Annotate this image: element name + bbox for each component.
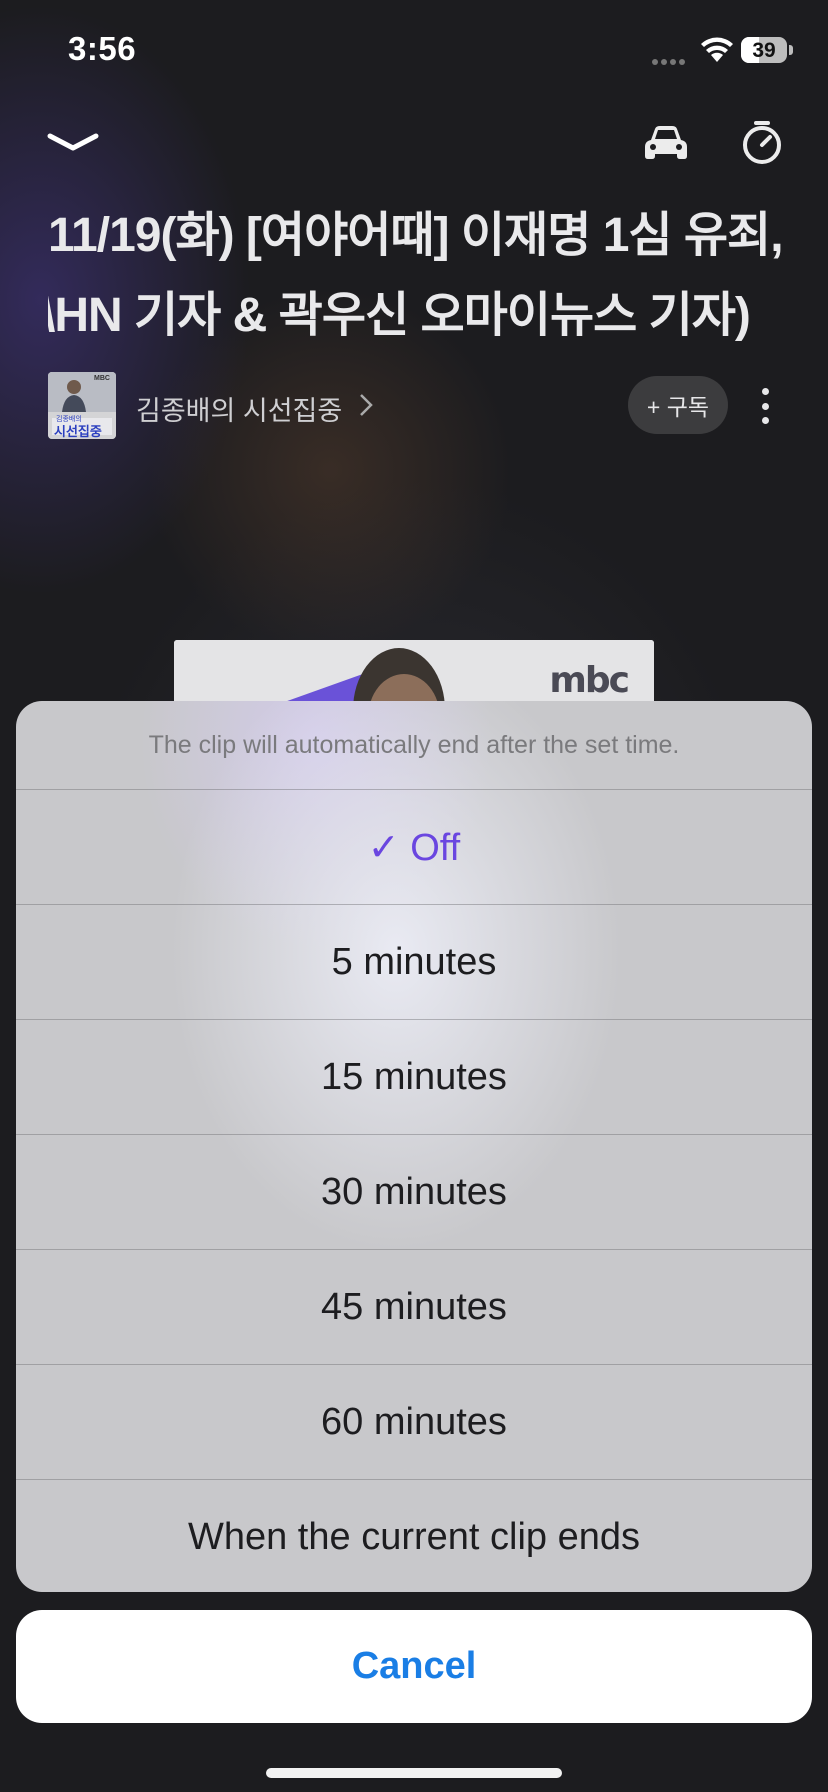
option-5-minutes[interactable]: 5 minutes (16, 905, 812, 1020)
channel-name[interactable]: 김종배의 시선집중 (136, 389, 342, 428)
cellular-signal-icon (652, 52, 690, 65)
option-30-minutes[interactable]: 30 minutes (16, 1135, 812, 1250)
status-time: 3:56 (68, 30, 137, 67)
subscribe-button[interactable]: + 구독 (628, 376, 728, 434)
cancel-button[interactable]: Cancel (16, 1610, 812, 1723)
channel-thumb-caption: 시선집중 (54, 424, 102, 439)
wifi-icon (700, 36, 734, 64)
battery-icon: 39 (741, 37, 787, 63)
home-indicator[interactable] (266, 1768, 562, 1778)
sleep-timer-sheet: The clip will automatically end after th… (16, 701, 812, 1592)
channel-thumbnail[interactable]: MBC 김종배의 시선집중 (48, 372, 116, 439)
chevron-right-icon (359, 393, 373, 424)
chevron-down-icon[interactable] (44, 122, 102, 162)
episode-title-line1: 11/19(화) [여야어때] 이재명 1심 유죄, (48, 209, 784, 262)
episode-title-line2: \HN 기자 & 곽우신 오마이뉴스 기자) (48, 289, 751, 342)
option-45-minutes[interactable]: 45 minutes (16, 1250, 812, 1365)
car-icon[interactable] (640, 118, 692, 168)
option-15-minutes[interactable]: 15 minutes (16, 1020, 812, 1135)
option-60-minutes[interactable]: 60 minutes (16, 1365, 812, 1480)
sheet-header: The clip will automatically end after th… (16, 701, 812, 790)
episode-title: 11/19(화) [여야어때] 이재명 1심 유죄, \HN 기자 & 곽우신 … (48, 196, 828, 356)
sleep-timer-icon[interactable] (738, 118, 786, 168)
option-when-clip-ends[interactable]: When the current clip ends (16, 1480, 812, 1592)
channel-thumb-brand: MBC (94, 375, 110, 382)
battery-level: 39 (752, 39, 776, 62)
more-options-icon[interactable] (755, 388, 775, 424)
artwork-logo: mbc (549, 660, 630, 701)
option-off[interactable]: ✓ Off (16, 790, 812, 905)
